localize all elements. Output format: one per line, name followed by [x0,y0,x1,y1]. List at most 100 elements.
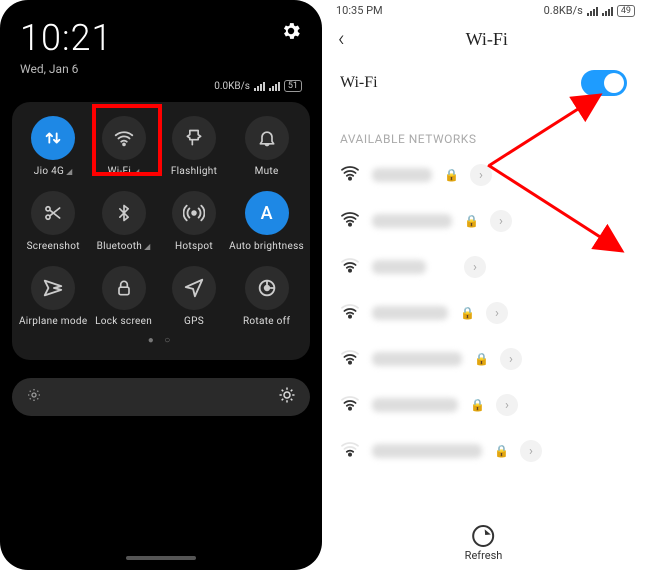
battery-badge: 51 [284,80,302,92]
qs-tile-jio-4g[interactable]: Jio 4G◢ [18,116,88,177]
qs-tile-mute[interactable]: Mute [229,116,304,177]
qs-tile-bluetooth[interactable]: Bluetooth◢ [88,191,158,252]
lock-icon: 🔒 [444,168,458,182]
refresh-icon [472,525,494,547]
qs-tile-rotate-off[interactable]: Rotate off [229,266,304,327]
network-name-blurred [372,444,482,458]
chevron-right-icon[interactable]: › [490,210,512,232]
network-name-blurred [372,168,432,182]
tile-label: GPS [184,316,204,327]
signal-icon [602,6,613,16]
lock-icon: 🔒 [470,398,484,412]
network-row[interactable]: 🔒› [322,336,645,382]
network-row[interactable]: › [322,244,645,290]
battery-badge: 49 [617,5,635,17]
qs-tile-auto-brightness[interactable]: A Auto brightness [229,191,304,252]
wifi-signal-icon [340,257,360,277]
status-bar-right: 10:35 PM 0.8KB/s 49 [322,0,645,17]
network-row[interactable]: 🔒› [322,152,645,198]
qs-tile-lock-screen[interactable]: Lock screen [88,266,158,327]
quick-settings-screen: 10:21 Wed, Jan 6 0.0KB/s 51 Jio 4G◢ Wi-Fi… [0,0,322,570]
sim-icon [587,6,598,16]
rotate-icon [245,266,289,310]
chevron-right-icon[interactable]: › [520,440,542,462]
clock-time: 10:21 [20,20,112,56]
refresh-label: Refresh [465,549,503,562]
wifi-signal-icon [340,211,360,231]
lock-icon: 🔒 [474,352,488,366]
network-name-blurred [372,352,462,366]
data-icon [31,116,75,160]
chevron-right-icon[interactable]: › [486,302,508,324]
wifi-signal-icon [340,303,360,323]
qs-tile-airplane-mode[interactable]: Airplane mode [18,266,88,327]
lock-icon [102,266,146,310]
wifi-signal-icon [340,349,360,369]
status-bar-left: 0.0KB/s 51 [12,76,310,92]
chevron-right-icon[interactable]: › [470,164,492,186]
data-rate: 0.8KB/s [544,4,583,17]
network-name-blurred [372,214,452,228]
qs-tile-gps[interactable]: GPS [159,266,229,327]
chevron-right-icon[interactable]: › [496,394,518,416]
network-name-blurred [372,260,426,274]
tile-label: Hotspot [175,241,213,252]
brightness-high-icon [278,386,296,408]
lock-icon: 🔒 [494,444,508,458]
tile-label: Rotate off [243,316,290,327]
plane-icon [31,266,75,310]
tile-label: Jio 4G◢ [34,166,73,177]
wifi-signal-icon [340,395,360,415]
qs-tile-flashlight[interactable]: Flashlight [159,116,229,177]
nav-pill [126,556,196,560]
tile-label: Lock screen [95,316,152,327]
network-name-blurred [372,306,448,320]
status-time: 10:35 PM [336,4,383,17]
network-list: 🔒›🔒››🔒›🔒›🔒›🔒› [322,152,645,474]
refresh-button[interactable]: Refresh [465,525,503,562]
tile-label: Auto brightness [229,241,304,252]
network-row[interactable]: 🔒› [322,428,645,474]
signal-icon [269,81,280,91]
qs-tile-hotspot[interactable]: Hotspot [159,191,229,252]
tile-label: Flashlight [171,166,217,177]
wifi-toggle[interactable] [581,70,627,96]
sim-icon [254,81,265,91]
gps-icon [172,266,216,310]
bt-icon [102,191,146,235]
brightness-low-icon [26,387,42,407]
gear-icon [280,20,302,42]
A-icon: A [245,191,289,235]
flash-icon [172,116,216,160]
brightness-slider[interactable] [12,378,310,416]
wifi-icon [102,116,146,160]
chevron-right-icon[interactable]: › [464,256,486,278]
tile-label: Mute [255,166,279,177]
chevron-right-icon[interactable]: › [500,348,522,370]
network-row[interactable]: 🔒› [322,382,645,428]
date-text: Wed, Jan 6 [20,62,112,76]
page-indicator: ● ○ [18,335,304,346]
lock-icon: 🔒 [460,306,474,320]
lock-icon: 🔒 [464,214,478,228]
network-row[interactable]: 🔒› [322,290,645,336]
tile-label: Wi-Fi◢ [108,166,140,177]
network-row[interactable]: 🔒› [322,198,645,244]
bell-icon [245,116,289,160]
wifi-toggle-label: Wi-Fi [340,74,378,92]
wifi-settings-screen: 10:35 PM 0.8KB/s 49 ‹ Wi-Fi Wi-Fi AVAILA… [322,0,645,570]
qs-tile-wi-fi[interactable]: Wi-Fi◢ [88,116,158,177]
wifi-signal-icon [340,441,360,461]
tile-label: Screenshot [27,241,80,252]
wifi-signal-icon [340,165,360,185]
network-name-blurred [372,398,458,412]
settings-button[interactable] [280,20,302,46]
available-networks-label: AVAILABLE NETWORKS [322,110,645,152]
data-rate: 0.0KB/s [214,81,250,92]
composite-screenshot: 10:21 Wed, Jan 6 0.0KB/s 51 Jio 4G◢ Wi-Fi… [0,0,645,570]
qs-tile-screenshot[interactable]: Screenshot [18,191,88,252]
hotspot-icon [172,191,216,235]
scissors-icon [31,191,75,235]
quick-settings-panel: Jio 4G◢ Wi-Fi◢ Flashlight Mute Screenshot Blu… [12,102,310,360]
tile-label: Bluetooth◢ [97,241,151,252]
